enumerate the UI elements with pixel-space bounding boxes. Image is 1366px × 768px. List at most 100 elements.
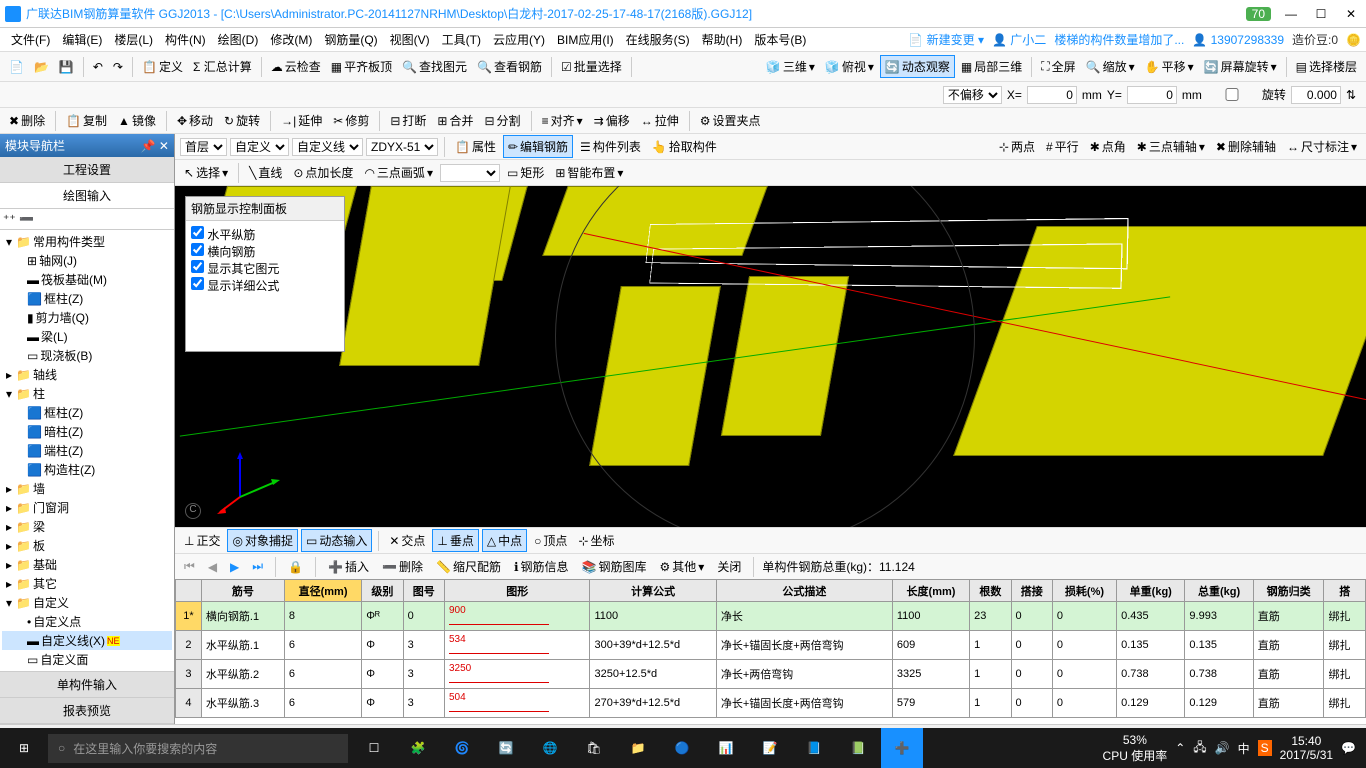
find-element-button[interactable]: 🔍 查找图元: [398, 56, 471, 77]
menu-draw[interactable]: 绘图(D): [212, 31, 265, 48]
col-header[interactable]: 搭: [1324, 580, 1366, 602]
steel-grid[interactable]: 筋号直径(mm)级别图号图形计算公式公式描述长度(mm)根数搭接损耗(%)单重(…: [175, 579, 1366, 724]
col-header[interactable]: 根数: [970, 580, 1011, 602]
check-transverse[interactable]: 横向钢筋: [191, 243, 339, 260]
tab-report[interactable]: 报表预览: [0, 698, 174, 724]
rotate-screen-button[interactable]: 🔄 屏幕旋转 ▾: [1200, 56, 1281, 77]
col-header[interactable]: 图号: [403, 580, 444, 602]
table-row[interactable]: 2水平纵筋.16Φ3534300+39*d+12.5*d净长+锚固长度+两倍弯钩…: [176, 631, 1366, 660]
cpu-meter[interactable]: 53% CPU 使用率: [1103, 733, 1168, 764]
check-horizontal[interactable]: 水平纵筋: [191, 226, 339, 243]
notification-link[interactable]: 楼梯的构件数量增加了...: [1054, 31, 1184, 48]
menu-bim[interactable]: BIM应用(I): [551, 31, 620, 48]
prev-button[interactable]: ◀: [204, 558, 221, 576]
app-icon-7[interactable]: 📘: [793, 728, 835, 768]
tree-slab[interactable]: ▭ 现浇板(B): [2, 346, 172, 365]
edge-icon[interactable]: 🌐: [529, 728, 571, 768]
tree-fcol[interactable]: 🟦 框柱(Z): [2, 289, 172, 308]
other-button[interactable]: ⚙ 其他 ▾: [656, 556, 709, 577]
tree-wall[interactable]: ▸📁 墙: [2, 479, 172, 498]
maximize-button[interactable]: ☐: [1311, 7, 1331, 21]
category-select[interactable]: 自定义: [230, 138, 289, 156]
tray-vol-icon[interactable]: 🔊: [1215, 741, 1230, 755]
arc3-button[interactable]: ◠ 三点画弧 ▾: [360, 162, 437, 183]
grip-button[interactable]: ⚙ 设置夹点: [696, 110, 765, 131]
array-button[interactable]: ↔ 拉伸: [637, 110, 683, 131]
col-header[interactable]: 单重(kg): [1117, 580, 1185, 602]
redo-button[interactable]: ↷: [109, 58, 127, 76]
menu-steel[interactable]: 钢筋量(Q): [318, 31, 383, 48]
end-snap[interactable]: ○ 顶点: [530, 530, 571, 551]
col-header[interactable]: 总重(kg): [1185, 580, 1253, 602]
dimension-button[interactable]: ↔ 尺寸标注 ▾: [1283, 136, 1361, 157]
tree-ecol[interactable]: 🟦 端柱(Z): [2, 441, 172, 460]
tree-cpt[interactable]: • 自定义点: [2, 612, 172, 631]
tab-project[interactable]: 工程设置: [0, 157, 174, 183]
tree-beam[interactable]: ▬ 梁(L): [2, 327, 172, 346]
app-icon-2[interactable]: 🌀: [441, 728, 483, 768]
tree-column[interactable]: ▾📁 柱: [2, 384, 172, 403]
fullscreen-button[interactable]: ⛶ 全屏: [1037, 56, 1079, 77]
tree-raft[interactable]: ▬ 筏板基础(M): [2, 270, 172, 289]
menu-component[interactable]: 构件(N): [159, 31, 212, 48]
cross-snap[interactable]: ✕ 交点: [385, 530, 429, 551]
align-button[interactable]: ≡ 对齐 ▾: [538, 110, 587, 131]
table-row[interactable]: 3水平纵筋.26Φ332503250+12.5*d净长+两倍弯钩33251000…: [176, 660, 1366, 689]
sum-button[interactable]: Σ 汇总计算: [189, 56, 256, 77]
three-point-axis-button[interactable]: ✱ 三点辅轴 ▾: [1133, 136, 1209, 157]
orbit-button[interactable]: 🔄 动态观察: [880, 55, 955, 78]
tree-door[interactable]: ▸📁 门窗洞: [2, 498, 172, 517]
pan-button[interactable]: ✋ 平移 ▾: [1141, 56, 1198, 77]
menu-view[interactable]: 视图(V): [384, 31, 436, 48]
coord-snap[interactable]: ⊹ 坐标: [574, 530, 618, 551]
menu-version[interactable]: 版本号(B): [748, 31, 812, 48]
col-header[interactable]: 直径(mm): [284, 580, 361, 602]
tree-cface[interactable]: ▭ 自定义面: [2, 650, 172, 669]
minimize-button[interactable]: —: [1281, 7, 1301, 21]
tree-scol[interactable]: 🟦 构造柱(Z): [2, 460, 172, 479]
list-button[interactable]: ☰ 构件列表: [576, 136, 645, 157]
search-box[interactable]: ○ 在这里输入你要搜索的内容: [48, 734, 348, 763]
col-header[interactable]: 筋号: [201, 580, 284, 602]
delete-button[interactable]: ✖ 删除: [5, 110, 49, 131]
rotate-checkbox[interactable]: [1207, 88, 1257, 101]
line-button[interactable]: ╲ 直线: [245, 162, 286, 183]
next-button[interactable]: ▶: [226, 558, 243, 576]
type-select[interactable]: 自定义线: [292, 138, 363, 156]
steel-info-button[interactable]: ℹ 钢筋信息: [510, 556, 573, 577]
trim-button[interactable]: ✂ 修剪: [329, 110, 373, 131]
flat-top-button[interactable]: ▦ 平齐板顶: [327, 56, 396, 77]
rect-button[interactable]: ▭ 矩形: [503, 162, 548, 183]
mid-snap[interactable]: △ 中点: [482, 529, 527, 552]
floor-select[interactable]: 首层: [180, 138, 227, 156]
app-icon-9[interactable]: ➕: [881, 728, 923, 768]
collapse-icon[interactable]: ➖: [19, 212, 34, 226]
last-button[interactable]: ⏭: [248, 557, 267, 576]
tray-ime[interactable]: 中: [1238, 740, 1250, 757]
tree-swall[interactable]: ▮ 剪力墙(Q): [2, 308, 172, 327]
view-steel-button[interactable]: 🔍 查看钢筋: [473, 56, 546, 77]
break-button[interactable]: ⊟ 打断: [386, 110, 430, 131]
topview-button[interactable]: 🧊 俯视 ▾: [821, 56, 878, 77]
pin-icon[interactable]: 📌 ✕: [141, 139, 169, 153]
extend-button[interactable]: →| 延伸: [277, 110, 326, 131]
app-icon-6[interactable]: 📝: [749, 728, 791, 768]
spinner-icon[interactable]: ⇅: [1346, 88, 1356, 102]
select-floor-button[interactable]: ▤ 选择楼层: [1292, 56, 1361, 77]
osnap-toggle[interactable]: ◎ 对象捕捉: [227, 529, 298, 552]
menu-file[interactable]: 文件(F): [5, 31, 56, 48]
start-button[interactable]: ⊞: [0, 741, 48, 755]
notification-icon[interactable]: 💬: [1341, 741, 1356, 755]
lock-button[interactable]: 🔒: [284, 558, 307, 576]
close-table-button[interactable]: 关闭: [713, 556, 745, 577]
steel-lib-button[interactable]: 📚 钢筋图库: [578, 556, 651, 577]
new-button[interactable]: 📄: [5, 58, 28, 76]
point-angle-button[interactable]: ✱ 点角: [1086, 136, 1130, 157]
pick-button[interactable]: 👆 拾取构件: [648, 136, 721, 157]
clock-date[interactable]: 2017/5/31: [1280, 748, 1333, 762]
merge-button[interactable]: ⊞ 合并: [433, 110, 477, 131]
col-header[interactable]: 公式描述: [716, 580, 892, 602]
parallel-button[interactable]: # 平行: [1042, 136, 1083, 157]
tab-single[interactable]: 单构件输入: [0, 672, 174, 698]
3d-button[interactable]: 🧊 三维 ▾: [762, 56, 819, 77]
